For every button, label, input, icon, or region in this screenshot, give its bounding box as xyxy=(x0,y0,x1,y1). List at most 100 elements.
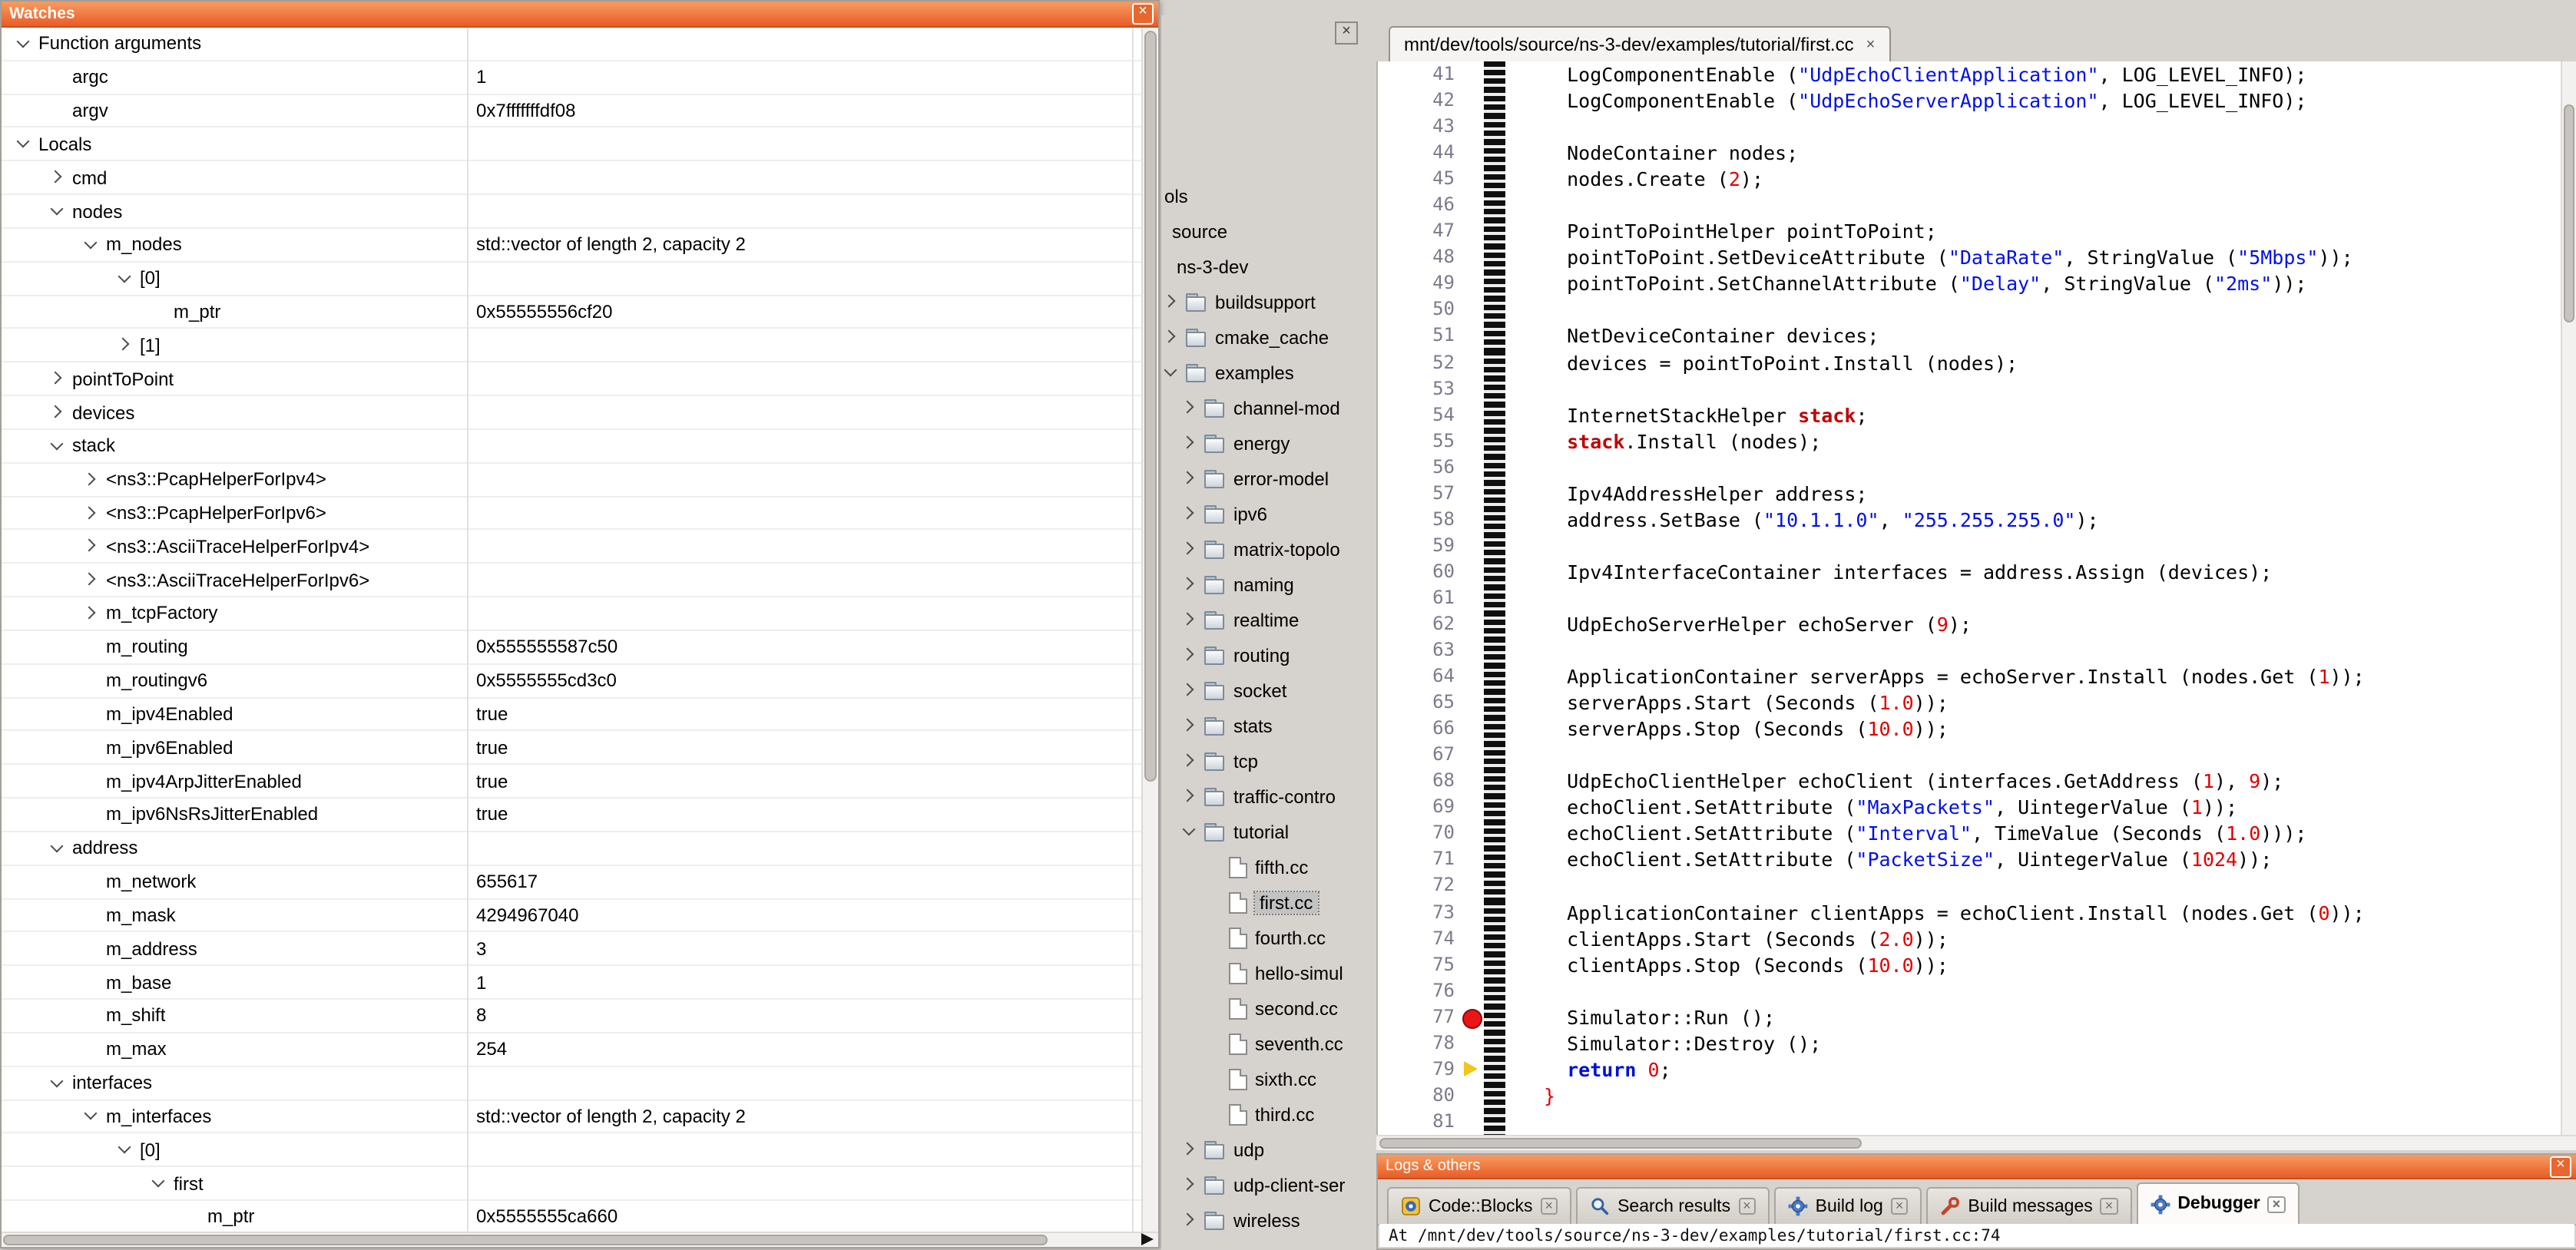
tree-item[interactable]: ns-3-dev xyxy=(1161,249,1366,284)
watch-row[interactable]: m_routingv60x5555555cd3c0 xyxy=(2,664,1143,698)
breakpoint-margin[interactable] xyxy=(1461,245,1484,271)
chevron-down-icon[interactable] xyxy=(83,1108,100,1125)
line-number[interactable]: 63 xyxy=(1378,637,1461,663)
watch-row[interactable]: m_ipv4Enabledtrue xyxy=(2,698,1143,732)
watch-row[interactable]: argv0x7fffffffdf08 xyxy=(2,94,1143,128)
tree-item[interactable]: ols xyxy=(1161,178,1366,213)
scrollbar-thumb[interactable] xyxy=(3,1235,1047,1245)
log-tab-build-messages[interactable]: Build messages× xyxy=(1926,1187,2131,1224)
breakpoint-margin[interactable] xyxy=(1461,769,1484,795)
tree-item[interactable]: channel-mod xyxy=(1161,390,1366,425)
watch-row[interactable]: [0] xyxy=(2,263,1143,296)
line-number[interactable]: 55 xyxy=(1378,428,1461,454)
tree-item[interactable]: first.cc xyxy=(1161,885,1366,920)
tab-close-icon[interactable]: × xyxy=(1738,1198,1756,1215)
tree-item[interactable]: naming xyxy=(1161,567,1366,602)
watch-row[interactable]: m_address3 xyxy=(2,933,1143,967)
watch-row[interactable]: first xyxy=(2,1167,1143,1201)
close-icon[interactable]: × xyxy=(1335,21,1358,45)
tree-item[interactable]: error-model xyxy=(1161,461,1366,496)
tree-item[interactable]: third.cc xyxy=(1161,1096,1366,1132)
breakpoint-margin[interactable] xyxy=(1461,375,1484,402)
watch-row[interactable]: m_nodesstd::vector of length 2, capacity… xyxy=(2,229,1143,263)
tree-item[interactable]: udp xyxy=(1161,1132,1366,1167)
breakpoint-margin[interactable] xyxy=(1461,114,1484,140)
watch-row[interactable]: <ns3::PcapHelperForIpv6> xyxy=(2,497,1143,531)
line-number[interactable]: 58 xyxy=(1378,507,1461,533)
line-number[interactable]: 76 xyxy=(1378,977,1461,1004)
breakpoint-margin[interactable] xyxy=(1461,951,1484,977)
tab-close-icon[interactable]: × xyxy=(1541,1198,1558,1215)
log-tab-search-results[interactable]: Search results× xyxy=(1576,1187,1770,1224)
line-number[interactable]: 52 xyxy=(1378,349,1461,375)
breakpoint-margin[interactable] xyxy=(1461,1109,1484,1135)
breakpoint-margin[interactable] xyxy=(1461,402,1484,428)
chevron-down-icon[interactable] xyxy=(151,1175,167,1192)
breakpoint-margin[interactable] xyxy=(1461,428,1484,454)
line-number[interactable]: 69 xyxy=(1378,795,1461,821)
line-number[interactable]: 67 xyxy=(1378,742,1461,768)
watch-row[interactable]: cmd xyxy=(2,162,1143,196)
tab-close-icon[interactable]: × xyxy=(1891,1198,1909,1215)
line-number[interactable]: 51 xyxy=(1378,323,1461,349)
line-number[interactable]: 64 xyxy=(1378,663,1461,689)
line-number[interactable]: 45 xyxy=(1378,166,1461,192)
watches-vertical-scrollbar[interactable] xyxy=(1141,28,1158,1233)
breakpoint-margin[interactable] xyxy=(1461,637,1484,663)
tree-item[interactable]: sixth.cc xyxy=(1161,1061,1366,1096)
chevron-right-icon[interactable] xyxy=(1181,541,1198,557)
editor-vertical-scrollbar[interactable] xyxy=(2561,61,2576,1135)
tree-item[interactable]: udp-client-ser xyxy=(1161,1167,1366,1202)
chevron-right-icon[interactable] xyxy=(83,571,100,588)
editor-tab-first-cc[interactable]: mnt/dev/tools/source/ns-3-dev/examples/t… xyxy=(1389,26,1890,61)
breakpoint-margin[interactable] xyxy=(1461,663,1484,689)
breakpoint-margin[interactable] xyxy=(1461,873,1484,899)
tree-item[interactable]: stats xyxy=(1161,708,1366,743)
scrollbar-thumb[interactable] xyxy=(1379,1138,1862,1149)
tab-close-icon[interactable]: × xyxy=(1866,36,1876,53)
breakpoint-margin[interactable] xyxy=(1461,821,1484,847)
breakpoint-margin[interactable] xyxy=(1461,585,1484,611)
line-number[interactable]: 78 xyxy=(1378,1030,1461,1056)
breakpoint-margin[interactable] xyxy=(1461,454,1484,480)
tree-item[interactable]: traffic-contro xyxy=(1161,779,1366,814)
tree-item[interactable]: tcp xyxy=(1161,743,1366,779)
line-number[interactable]: 72 xyxy=(1378,873,1461,899)
watch-row[interactable]: <ns3::AsciiTraceHelperForIpv6> xyxy=(2,564,1143,598)
breakpoint-margin[interactable] xyxy=(1461,140,1484,166)
chevron-down-icon[interactable] xyxy=(15,136,32,153)
chevron-right-icon[interactable] xyxy=(117,337,134,354)
line-number[interactable]: 50 xyxy=(1378,297,1461,323)
tree-item[interactable]: ipv6 xyxy=(1161,496,1366,531)
chevron-right-icon[interactable] xyxy=(1181,399,1198,416)
breakpoint-margin[interactable] xyxy=(1461,742,1484,768)
watch-row[interactable]: interfaces xyxy=(2,1066,1143,1100)
chevron-right-icon[interactable] xyxy=(83,504,100,521)
breakpoint-margin[interactable] xyxy=(1461,795,1484,821)
chevron-down-icon[interactable] xyxy=(49,438,66,455)
line-number[interactable]: 75 xyxy=(1378,951,1461,977)
line-number[interactable]: 61 xyxy=(1378,585,1461,611)
tree-item[interactable]: matrix-topolo xyxy=(1161,531,1366,567)
line-number[interactable]: 70 xyxy=(1378,821,1461,847)
watch-row[interactable]: <ns3::PcapHelperForIpv4> xyxy=(2,464,1143,498)
breakpoint-margin[interactable] xyxy=(1461,847,1484,873)
chevron-right-icon[interactable] xyxy=(1181,682,1198,699)
chevron-down-icon[interactable] xyxy=(117,1141,134,1158)
line-number[interactable]: 59 xyxy=(1378,533,1461,559)
line-number[interactable]: 60 xyxy=(1378,559,1461,585)
watch-row[interactable]: m_ipv6Enabledtrue xyxy=(2,732,1143,766)
code-area[interactable]: 41 LogComponentEnable ("UdpEchoClientApp… xyxy=(1376,61,2576,1135)
watch-row[interactable]: m_ipv4ArpJitterEnabledtrue xyxy=(2,765,1143,799)
line-number[interactable]: 43 xyxy=(1378,114,1461,140)
breakpoint-margin[interactable] xyxy=(1461,977,1484,1004)
chevron-right-icon[interactable] xyxy=(1181,788,1198,805)
tree-item[interactable]: buildsupport xyxy=(1161,284,1366,319)
log-tab-build-log[interactable]: Build log× xyxy=(1774,1187,1922,1224)
tab-close-icon[interactable]: × xyxy=(2268,1195,2286,1212)
watch-row[interactable]: m_ptr0x5555555ca660 xyxy=(2,1201,1143,1233)
watch-row[interactable]: m_ptr0x55555556cf20 xyxy=(2,296,1143,329)
logs-titlebar[interactable]: Logs & others × xyxy=(1378,1155,2576,1179)
chevron-right-icon[interactable] xyxy=(83,471,100,488)
line-number[interactable]: 73 xyxy=(1378,899,1461,925)
